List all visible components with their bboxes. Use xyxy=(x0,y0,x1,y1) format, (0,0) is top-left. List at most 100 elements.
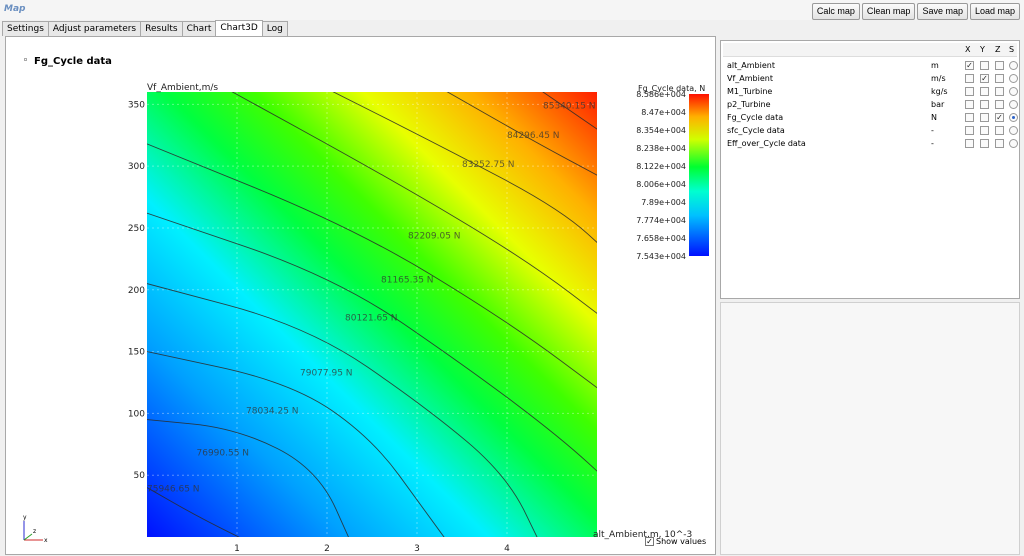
y-axis-ticks: 50 100 150 200 250 300 350 xyxy=(128,100,145,481)
colorbar-tick-label: 7.658e+004 xyxy=(636,234,686,243)
variable-row[interactable]: sfc_Cycle data - xyxy=(723,125,1018,138)
colorbar xyxy=(689,94,709,256)
colorbar-tick-label: 8.47e+004 xyxy=(641,108,686,117)
show-values-label: Show values xyxy=(656,537,707,546)
details-panel xyxy=(720,302,1020,555)
series-radio[interactable] xyxy=(1009,74,1018,83)
x-tick-label: 4 xyxy=(504,544,510,554)
z-axis-checkbox[interactable] xyxy=(995,61,1004,70)
x-tick-label: 1 xyxy=(234,544,240,554)
save-map-button[interactable]: Save map xyxy=(917,3,968,20)
variable-unit: - xyxy=(931,139,934,148)
variable-name: M1_Turbine xyxy=(727,87,773,96)
x-axis-checkbox[interactable]: ✓ xyxy=(965,61,974,70)
y-tick-label: 100 xyxy=(128,409,145,419)
contour-value-label: 76990.55 N xyxy=(197,448,250,458)
variable-name: p2_Turbine xyxy=(727,100,771,109)
y-axis-checkbox[interactable] xyxy=(980,126,989,135)
series-radio[interactable] xyxy=(1009,139,1018,148)
x-axis-checkbox[interactable] xyxy=(965,87,974,96)
y-tick-label: 150 xyxy=(128,348,145,358)
variable-name: sfc_Cycle data xyxy=(727,126,785,135)
y-tick-label: 250 xyxy=(128,224,145,234)
tab-settings[interactable]: Settings xyxy=(2,21,49,36)
variable-unit: N xyxy=(931,113,937,122)
z-axis-checkbox[interactable] xyxy=(995,126,1004,135)
variable-table-header: X Y Z S xyxy=(723,43,1017,57)
variable-row[interactable]: p2_Turbine bar xyxy=(723,99,1018,112)
z-axis-checkbox[interactable] xyxy=(995,87,1004,96)
series-radio[interactable] xyxy=(1009,61,1018,70)
contour-value-label: 83252.75 N xyxy=(462,160,515,170)
y-tick-label: 300 xyxy=(128,162,145,172)
series-radio[interactable] xyxy=(1009,113,1018,122)
x-axis-checkbox[interactable] xyxy=(965,139,974,148)
contour-value-label: 84296.45 N xyxy=(507,131,560,141)
variable-unit: - xyxy=(931,126,934,135)
colorbar-tick-label: 8.122e+004 xyxy=(636,162,686,171)
y-axis-checkbox[interactable] xyxy=(980,139,989,148)
header-y: Y xyxy=(980,45,985,54)
load-map-button[interactable]: Load map xyxy=(969,3,1020,20)
z-axis-checkbox[interactable] xyxy=(995,139,1004,148)
variable-panel: X Y Z S alt_Ambient m ✓ Vf_Ambient m/s ✓ M1_Tu… xyxy=(720,40,1020,299)
clean-map-button[interactable]: Clean map xyxy=(861,3,916,20)
y-axis-checkbox[interactable] xyxy=(980,87,989,96)
y-axis-label: Vf_Ambient,m/s xyxy=(147,83,218,93)
variable-row[interactable]: Eff_over_Cycle data - xyxy=(723,138,1018,151)
x-axis-checkbox[interactable] xyxy=(965,113,974,122)
contour-value-label: 79077.95 N xyxy=(300,368,353,378)
colorbar-tick-label: 8.006e+004 xyxy=(636,180,686,189)
axis-triad-z-label: z xyxy=(33,528,36,535)
x-axis-checkbox[interactable] xyxy=(965,100,974,109)
y-axis-checkbox[interactable] xyxy=(980,61,989,70)
variable-unit: m/s xyxy=(931,74,946,83)
y-tick-label: 350 xyxy=(128,100,145,110)
show-values-checkbox[interactable]: ✓ xyxy=(645,537,654,546)
axis-triad-y-label: y xyxy=(23,514,27,521)
y-tick-label: 50 xyxy=(134,471,146,481)
y-axis-checkbox[interactable] xyxy=(980,100,989,109)
z-axis-checkbox[interactable]: ✓ xyxy=(995,113,1004,122)
colorbar-tick-label: 7.543e+004 xyxy=(636,252,686,261)
variable-unit: m xyxy=(931,61,939,70)
title-bar: Map Calc map Clean map Save map Load map xyxy=(0,0,1024,20)
variable-row[interactable]: Fg_Cycle data N ✓ xyxy=(723,112,1018,125)
colorbar-tick-label: 8.354e+004 xyxy=(636,126,686,135)
series-radio[interactable] xyxy=(1009,126,1018,135)
x-tick-label: 3 xyxy=(414,544,420,554)
variable-row[interactable]: alt_Ambient m ✓ xyxy=(723,60,1018,73)
colorbar-tick-label: 7.89e+004 xyxy=(641,198,686,207)
variable-name: Vf_Ambient xyxy=(727,74,773,83)
tab-results[interactable]: Results xyxy=(140,21,183,36)
variable-row[interactable]: M1_Turbine kg/s xyxy=(723,86,1018,99)
tab-bar: Settings Adjust parameters Results Chart… xyxy=(2,20,288,36)
z-axis-checkbox[interactable] xyxy=(995,74,1004,83)
series-radio[interactable] xyxy=(1009,87,1018,96)
chart-canvas[interactable]: 75946.65 N 76990.55 N 78034.25 N 79077.95 N… xyxy=(6,37,717,556)
contour-value-label: 85340.15 N xyxy=(543,101,596,111)
tab-adjust-parameters[interactable]: Adjust parameters xyxy=(47,21,142,36)
x-tick-label: 2 xyxy=(324,544,330,554)
contour-value-label: 78034.25 N xyxy=(246,406,299,416)
tab-chart3d[interactable]: Chart3D xyxy=(215,20,263,36)
colorbar-ticks: 8.586e+004 8.47e+004 8.354e+004 8.238e+004 8… xyxy=(636,90,686,261)
contour-value-label: 80121.65 N xyxy=(345,313,398,323)
y-axis-checkbox[interactable] xyxy=(980,113,989,122)
tab-log[interactable]: Log xyxy=(261,21,288,36)
x-axis-ticks: 1 2 3 4 xyxy=(234,544,510,554)
y-axis-checkbox[interactable]: ✓ xyxy=(980,74,989,83)
z-axis-checkbox[interactable] xyxy=(995,100,1004,109)
contour-value-label: 82209.05 N xyxy=(408,232,461,242)
colorbar-tick-label: 8.586e+004 xyxy=(636,90,686,99)
x-axis-checkbox[interactable] xyxy=(965,126,974,135)
variable-row[interactable]: Vf_Ambient m/s ✓ xyxy=(723,73,1018,86)
variable-name: Eff_over_Cycle data xyxy=(727,139,806,148)
x-axis-checkbox[interactable] xyxy=(965,74,974,83)
variable-unit: bar xyxy=(931,100,945,109)
tab-chart[interactable]: Chart xyxy=(181,21,217,36)
series-radio[interactable] xyxy=(1009,100,1018,109)
calc-map-button[interactable]: Calc map xyxy=(811,3,860,20)
show-values-toggle[interactable]: ✓ Show values xyxy=(645,537,706,546)
contour-value-label: 81165.35 N xyxy=(381,275,434,285)
